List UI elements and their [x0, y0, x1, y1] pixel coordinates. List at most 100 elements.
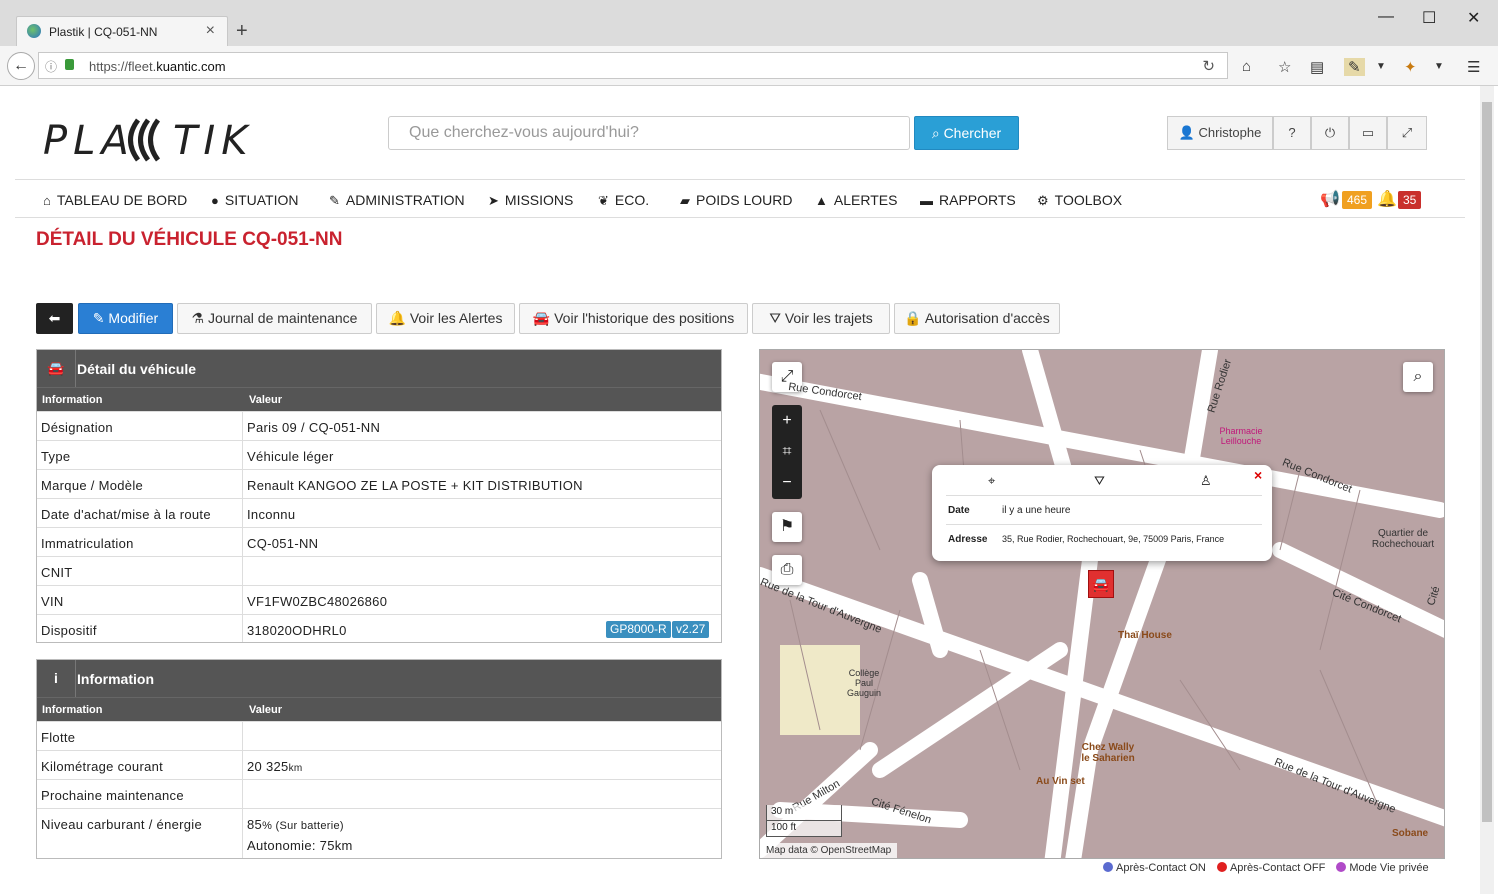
leaf-icon: ❦ — [598, 193, 609, 208]
flag-button[interactable]: ⚑ — [772, 512, 802, 542]
search-icon: ⌕ — [1413, 368, 1423, 385]
col-information: Information — [42, 394, 103, 406]
poi-restaurant[interactable]: Thaï House — [1118, 630, 1172, 641]
panel-title: Information — [77, 671, 154, 687]
close-icon[interactable]: × — [1254, 467, 1262, 483]
app-header: PLA TIK Que cherchez-vous aujourd'hui? ⌕… — [15, 86, 1465, 180]
main-nav: ⌂ TABLEAU DE BORD ● SITUATION ✎ ADMINISTRAT… — [15, 181, 1465, 218]
address-bar[interactable]: ⓘ https://fleet.kuantic.com ↻ — [38, 52, 1228, 79]
col-information: Information — [42, 704, 103, 716]
scrollbar[interactable] — [1480, 86, 1494, 894]
table-row: Marque / Modèle Renault KANGOO ZE LA POST… — [37, 469, 721, 498]
table-row: Immatriculation CQ-051-NN — [37, 527, 721, 556]
information-panel: i Information Information Valeur Flotte … — [36, 659, 722, 859]
popup-row: Date il y a une heure — [946, 495, 1262, 523]
extension-icon[interactable]: ✎ — [1344, 58, 1365, 76]
map-scale: 30 m 100 ft — [766, 805, 842, 837]
nav-situation[interactable]: ● SITUATION — [211, 192, 299, 208]
vehicle-popup: ⌖ ⛛ ♙ × Date il y a une heure Adresse 35… — [932, 465, 1272, 561]
position-history-button[interactable]: 🚘 Voir l'historique des positions — [519, 303, 748, 334]
back-arrow-icon[interactable]: ← — [7, 52, 35, 80]
close-tab-icon[interactable]: × — [206, 22, 215, 40]
table-row: Flotte — [37, 721, 721, 750]
fullscreen-button[interactable]: ⤢ — [1387, 116, 1427, 150]
zoom-out-button[interactable]: − — [772, 467, 802, 498]
extension-menu-icon[interactable]: ▼ — [1376, 61, 1386, 72]
table-row: Date d'achat/mise à la route Inconnu — [37, 498, 721, 527]
new-tab-button[interactable]: + — [236, 20, 248, 43]
browser-navbar: ← ⓘ https://fleet.kuantic.com ↻ ⌂ ☆ ▤ ✎ … — [0, 46, 1498, 86]
send-icon: ➤ — [488, 193, 499, 208]
legend-dot — [1336, 862, 1347, 872]
reader-icon[interactable]: ▤ — [1310, 58, 1324, 76]
display-button[interactable]: ▭ — [1349, 116, 1387, 150]
maximize-button[interactable]: ☐ — [1422, 8, 1436, 28]
reload-icon[interactable]: ↻ — [1202, 57, 1215, 75]
table-row: VIN VF1FW0ZBC48026860 — [37, 585, 721, 614]
info-icon[interactable]: ⓘ — [45, 58, 57, 75]
close-window-button[interactable]: ✕ — [1467, 8, 1480, 28]
access-authorization-button[interactable]: 🔒 Autorisation d'accès — [894, 303, 1060, 334]
street-view-icon[interactable]: ♙ — [1200, 473, 1212, 489]
minimize-button[interactable]: — — [1378, 8, 1394, 26]
poi-bar[interactable]: Au Vin set — [1036, 776, 1085, 787]
svg-text:TIK: TIK — [173, 118, 253, 164]
home-icon[interactable]: ⌂ — [1242, 58, 1251, 75]
nav-missions[interactable]: ➤ MISSIONS — [488, 192, 573, 209]
view-alerts-button[interactable]: 🔔 Voir les Alertes — [376, 303, 515, 334]
table-row: Désignation Paris 09 / CQ-051-NN — [37, 411, 721, 440]
search-input[interactable]: Que cherchez-vous aujourd'hui? — [388, 116, 910, 150]
table-row: Type Véhicule léger — [37, 440, 721, 469]
user-button[interactable]: 👤 Christophe — [1167, 116, 1273, 150]
help-button[interactable]: ? — [1273, 116, 1311, 150]
expand-icon: ⤢ — [1401, 125, 1413, 140]
nav-toolbox[interactable]: ⚙ TOOLBOX — [1037, 192, 1122, 209]
nav-alertes[interactable]: ▲ ALERTES — [815, 192, 897, 208]
vehicle-detail-panel: 🚘 Détail du véhicule Information Valeur … — [36, 349, 722, 643]
extension2-icon[interactable]: ✦ — [1404, 58, 1417, 76]
poi-restaurant[interactable]: Sobane — [1392, 828, 1428, 839]
truck-icon: ▰ — [680, 193, 690, 208]
maintenance-journal-button[interactable]: ⚗ Journal de maintenance — [177, 303, 372, 334]
nav-tableau-de-bord[interactable]: ⌂ TABLEAU DE BORD — [43, 192, 187, 208]
help-icon: ? — [1288, 125, 1296, 140]
nav-administration[interactable]: ✎ ADMINISTRATION — [329, 192, 465, 209]
bell-icon[interactable]: 🔔 — [1377, 189, 1397, 209]
nav-poids-lourd[interactable]: ▰ POIDS LOURD — [680, 192, 792, 209]
view-trips-button[interactable]: ⛛ Voir les trajets — [752, 303, 890, 334]
panel-header: 🚘 Détail du véhicule — [37, 350, 721, 387]
modifier-button[interactable]: ✎ Modifier — [78, 303, 173, 334]
scrollbar-thumb[interactable] — [1482, 102, 1492, 822]
logout-button[interactable]: ⏻ — [1311, 116, 1349, 150]
extension2-menu-icon[interactable]: ▼ — [1434, 61, 1444, 72]
poi-restaurant[interactable]: Chez Wally le Saharien — [1078, 742, 1138, 764]
table-row: CNIT — [37, 556, 721, 585]
nav-rapports[interactable]: ▬ RAPPORTS — [920, 192, 1016, 208]
browser-tab[interactable]: Plastik | CQ-051-NN × — [16, 16, 228, 46]
power-icon: ⏻ — [1324, 125, 1336, 140]
nav-eco[interactable]: ❦ ECO. — [598, 192, 649, 209]
megaphone-icon[interactable]: 📢 — [1320, 189, 1340, 209]
map-attribution[interactable]: Map data © OpenStreetMap — [760, 843, 898, 858]
map[interactable]: ⤢ + ⌗ − ⚑ ⎙ ⌕ Rue Condorcet Rue Rodier R… — [759, 349, 1445, 859]
table-row: Niveau carburant / énergie 85% (Sur batt… — [37, 808, 721, 858]
bell-icon: 🔔 — [388, 310, 410, 326]
bookmark-star-icon[interactable]: ☆ — [1278, 58, 1291, 76]
crosshair-icon[interactable]: ⌖ — [988, 473, 995, 489]
logo[interactable]: PLA TIK — [43, 110, 263, 180]
vehicle-marker-icon[interactable]: 🚘 — [1088, 570, 1114, 598]
notification-badge[interactable]: 35 — [1398, 191, 1422, 209]
back-button[interactable]: ⬅ — [36, 303, 73, 334]
car-icon: 🚘 — [532, 310, 555, 326]
crop-icon[interactable]: ⌗ — [772, 436, 802, 467]
road-icon[interactable]: ⛛ — [1094, 473, 1105, 489]
col-value: Valeur — [249, 704, 283, 716]
user-icon: 👤 — [1178, 125, 1199, 140]
menu-icon[interactable]: ☰ — [1467, 58, 1480, 76]
search-button[interactable]: ⌕ Chercher — [914, 116, 1019, 150]
print-button[interactable]: ⎙ — [772, 555, 802, 585]
map-search-button[interactable]: ⌕ — [1403, 362, 1433, 392]
zoom-in-button[interactable]: + — [772, 405, 802, 436]
road-icon: ⛛ — [769, 310, 785, 326]
announcement-badge[interactable]: 465 — [1342, 191, 1373, 209]
